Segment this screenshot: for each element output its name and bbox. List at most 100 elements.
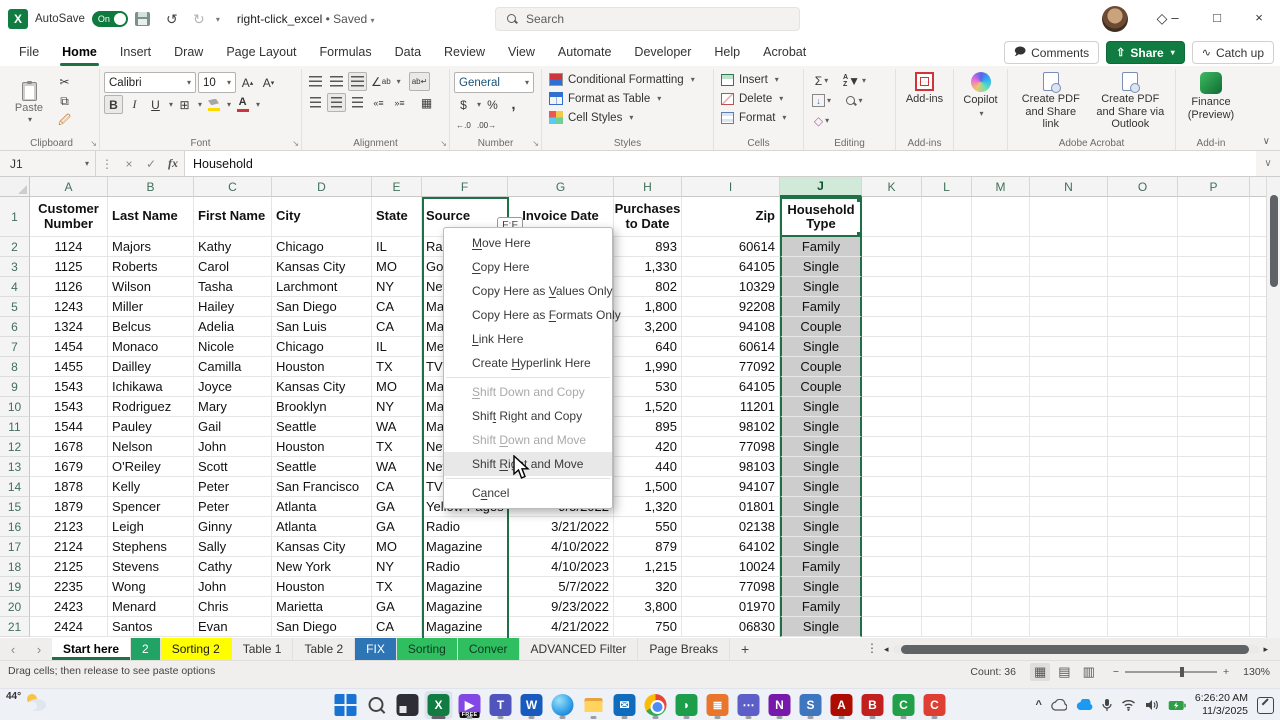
- cell[interactable]: 550: [614, 517, 682, 537]
- normal-view-icon[interactable]: ▦: [1030, 663, 1050, 681]
- column-header-b[interactable]: B: [108, 177, 194, 197]
- zoom-out-icon[interactable]: −: [1113, 666, 1119, 678]
- comma-style-button[interactable]: ,: [504, 95, 523, 114]
- cell[interactable]: CA: [372, 317, 422, 337]
- catch-up-button[interactable]: ∿ Catch up: [1192, 41, 1274, 64]
- cell[interactable]: WA: [372, 457, 422, 477]
- cell[interactable]: 2423: [30, 597, 108, 617]
- menu-item-shift-right-and-move[interactable]: Shift Right and Move: [444, 452, 612, 476]
- cell[interactable]: 06830: [682, 617, 780, 637]
- cell[interactable]: Mary: [194, 397, 272, 417]
- sheet-tab-table-2[interactable]: Table 2: [293, 638, 355, 660]
- cell[interactable]: Wilson: [108, 277, 194, 297]
- cell[interactable]: [862, 537, 922, 557]
- autosum-button[interactable]: Σ▾: [810, 71, 833, 90]
- cell[interactable]: [1108, 597, 1178, 617]
- cell[interactable]: [1030, 317, 1108, 337]
- cell[interactable]: [922, 457, 972, 477]
- cell[interactable]: [972, 617, 1030, 637]
- tray-chevron-icon[interactable]: ^: [1035, 699, 1041, 711]
- number-format-select[interactable]: General▾: [454, 72, 534, 93]
- cell[interactable]: 77092: [682, 357, 780, 377]
- cell[interactable]: [972, 397, 1030, 417]
- number-dialog-launcher-icon[interactable]: ↘: [532, 139, 539, 148]
- cell[interactable]: WA: [372, 417, 422, 437]
- cell[interactable]: [1108, 377, 1178, 397]
- menu-item-copy-here-as-formats-only[interactable]: Copy Here as Formats Only: [444, 303, 612, 327]
- cell[interactable]: New York: [272, 557, 372, 577]
- vertical-scrollbar-thumb[interactable]: [1270, 195, 1278, 287]
- close-button[interactable]: ×: [1238, 0, 1280, 34]
- cell[interactable]: 893: [614, 237, 682, 257]
- font-color-button[interactable]: A: [233, 95, 252, 114]
- zoom-level[interactable]: 130%: [1243, 666, 1270, 678]
- align-right-button[interactable]: [348, 93, 367, 112]
- cell[interactable]: [922, 577, 972, 597]
- merge-center-button[interactable]: ▦: [417, 93, 436, 112]
- cell[interactable]: Rodriguez: [108, 397, 194, 417]
- clear-button[interactable]: ◇▾: [810, 111, 833, 130]
- cell[interactable]: CA: [372, 617, 422, 637]
- cell[interactable]: Magazine: [422, 597, 508, 617]
- taskbar-b-app-icon[interactable]: B: [859, 691, 887, 719]
- cell[interactable]: Chris: [194, 597, 272, 617]
- cell[interactable]: John: [194, 437, 272, 457]
- cell[interactable]: Monaco: [108, 337, 194, 357]
- cell[interactable]: [1178, 417, 1250, 437]
- menu-item-copy-here-as-values-only[interactable]: Copy Here as Values Only: [444, 279, 612, 303]
- cell[interactable]: [1108, 457, 1178, 477]
- create-pdf-share-link-button[interactable]: Create PDF and Share link: [1012, 70, 1090, 131]
- format-cells-button[interactable]: Format▾: [718, 108, 799, 127]
- menu-item-cancel[interactable]: Cancel: [444, 481, 612, 505]
- taskbar-word-icon[interactable]: W: [518, 691, 546, 719]
- cell[interactable]: Single: [780, 617, 862, 637]
- cell[interactable]: [922, 517, 972, 537]
- sheet-tab-start-here[interactable]: Start here: [52, 638, 131, 660]
- cell[interactable]: [972, 277, 1030, 297]
- paste-button[interactable]: Paste ▾: [8, 80, 50, 124]
- cell[interactable]: 02138: [682, 517, 780, 537]
- ribbon-tab-review[interactable]: Review: [433, 38, 496, 66]
- cloud-icon[interactable]: [1051, 699, 1067, 711]
- cell[interactable]: 420: [614, 437, 682, 457]
- cell[interactable]: [862, 357, 922, 377]
- cell[interactable]: Atlanta: [272, 497, 372, 517]
- cell[interactable]: [862, 437, 922, 457]
- share-button[interactable]: ⇧ Share ▾: [1106, 41, 1185, 64]
- cell[interactable]: [1178, 277, 1250, 297]
- add-ins-button[interactable]: Add-ins: [900, 70, 949, 106]
- cell[interactable]: 530: [614, 377, 682, 397]
- column-header-h[interactable]: H: [614, 177, 682, 197]
- cell[interactable]: Single: [780, 497, 862, 517]
- cell[interactable]: 802: [614, 277, 682, 297]
- column-header-g[interactable]: G: [508, 177, 614, 197]
- cell[interactable]: Family: [780, 557, 862, 577]
- cell[interactable]: [1178, 257, 1250, 277]
- row-header-20[interactable]: 20: [0, 597, 30, 617]
- cell[interactable]: [972, 577, 1030, 597]
- cell[interactable]: [972, 437, 1030, 457]
- decrease-decimal-button[interactable]: .00→: [475, 116, 498, 135]
- cell[interactable]: 879: [614, 537, 682, 557]
- cell[interactable]: Joyce: [194, 377, 272, 397]
- cell[interactable]: Kansas City: [272, 257, 372, 277]
- cell[interactable]: [1030, 597, 1108, 617]
- horizontal-scrollbar-thumb[interactable]: [901, 645, 1250, 654]
- notification-center-icon[interactable]: [1257, 697, 1274, 714]
- cell[interactable]: Chicago: [272, 337, 372, 357]
- cell[interactable]: 1,520: [614, 397, 682, 417]
- align-middle-button[interactable]: [327, 72, 346, 91]
- cell[interactable]: Kelly: [108, 477, 194, 497]
- quick-access-dropdown-icon[interactable]: ▾: [216, 15, 220, 24]
- cell[interactable]: Nicole: [194, 337, 272, 357]
- row-header-4[interactable]: 4: [0, 277, 30, 297]
- column-header-f[interactable]: F: [422, 177, 508, 197]
- cell[interactable]: 77098: [682, 577, 780, 597]
- fill-color-button[interactable]: [204, 95, 223, 114]
- cell[interactable]: [862, 277, 922, 297]
- cell[interactable]: 3,200: [614, 317, 682, 337]
- cell[interactable]: Scott: [194, 457, 272, 477]
- collapse-ribbon-icon[interactable]: ∨: [1263, 136, 1270, 147]
- cell[interactable]: GA: [372, 517, 422, 537]
- align-bottom-button[interactable]: [348, 72, 367, 91]
